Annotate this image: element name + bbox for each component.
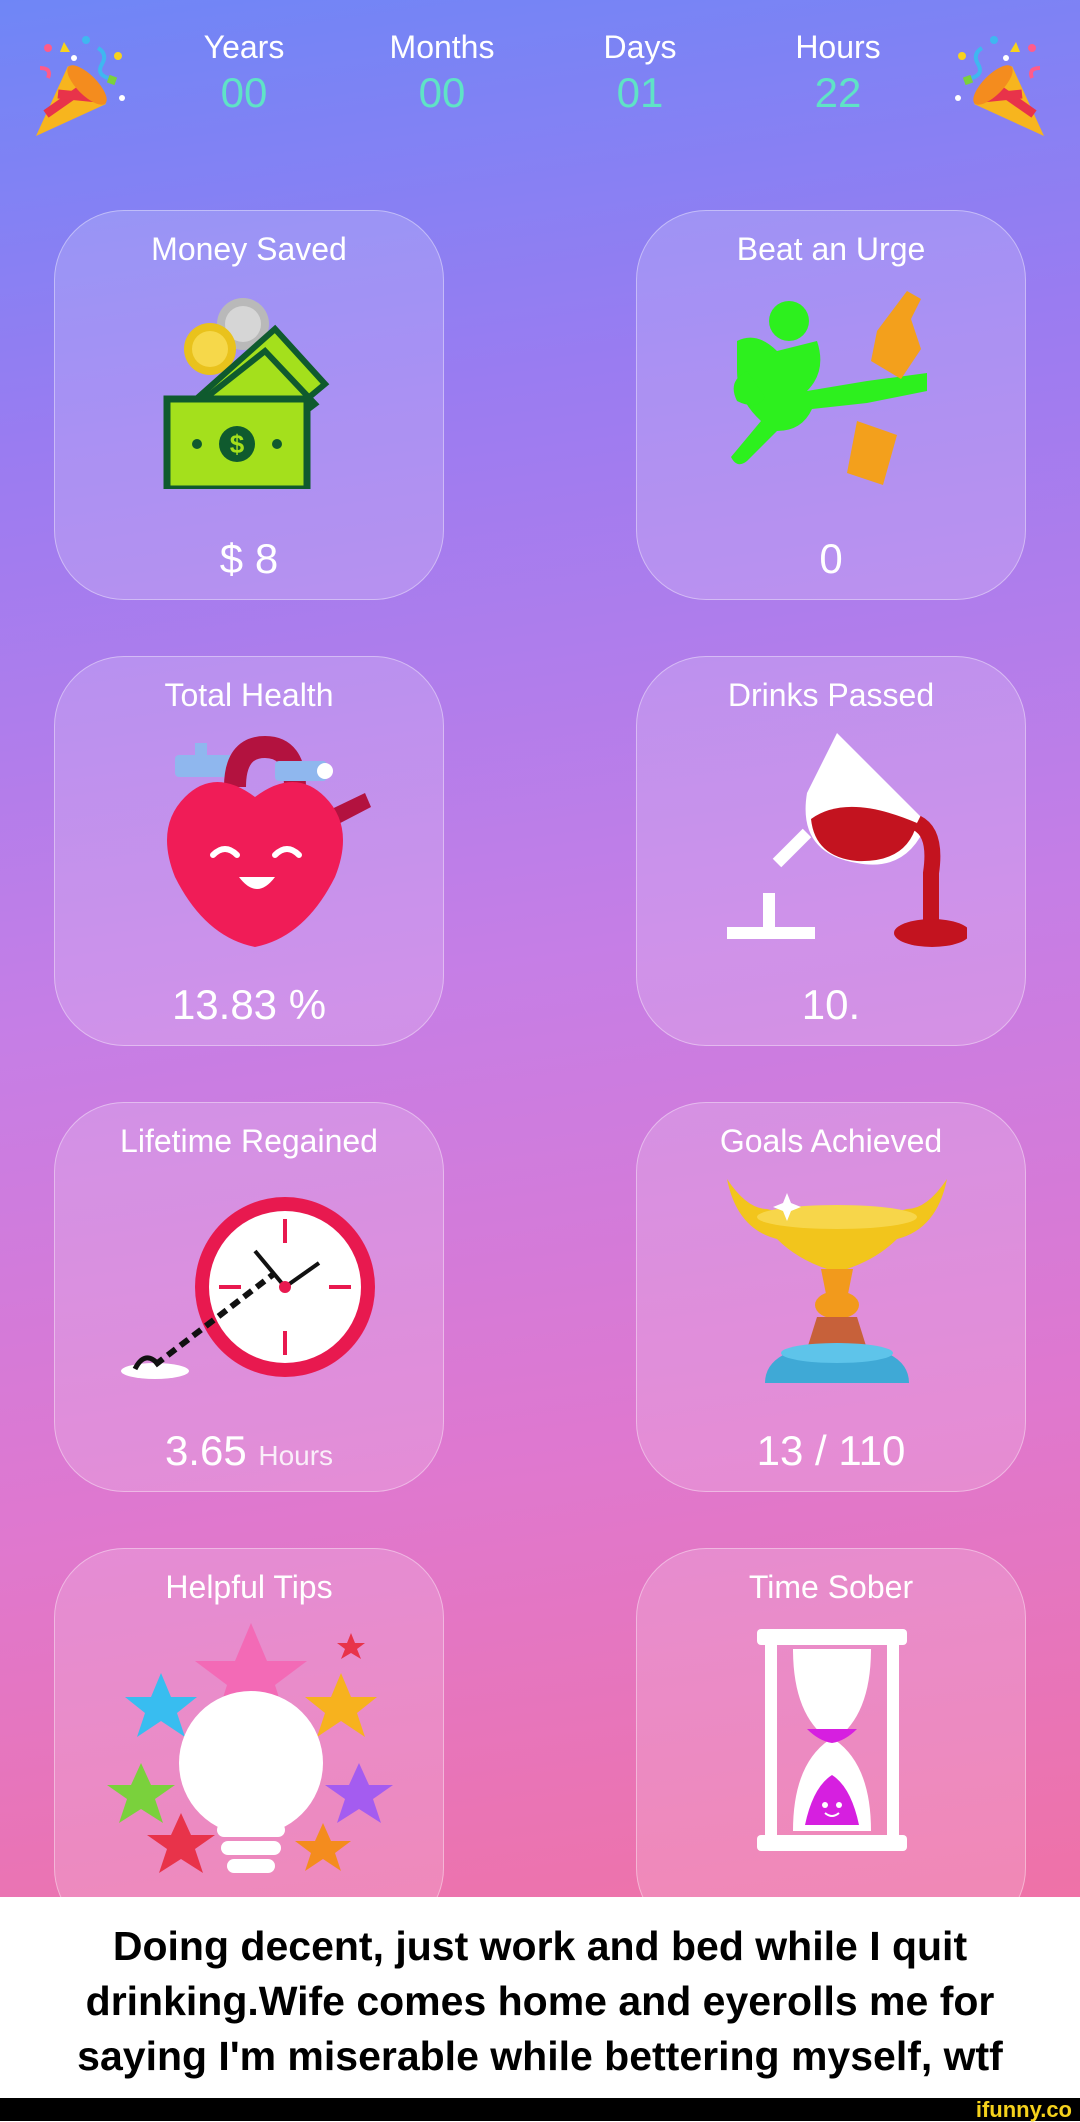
card-title: Time Sober xyxy=(748,1569,914,1605)
hours-label: Hours xyxy=(795,29,881,65)
chained-clock-icon xyxy=(121,1197,375,1379)
kick-bottle-icon xyxy=(731,291,927,485)
counter-hours: Hours 22 xyxy=(758,26,918,118)
caption-line: Doing decent, just work and bed while I … xyxy=(112,1923,968,1969)
money-icon: $ xyxy=(163,298,330,489)
card-value-number: 3.65 xyxy=(164,1427,247,1474)
caption-line: drinking.Wife comes home and eyerolls me… xyxy=(85,1978,995,2024)
watermark-text: ifunny.co xyxy=(975,2097,1072,2122)
svg-text:$: $ xyxy=(230,429,245,459)
total-health-card[interactable]: Total Health 13.83 % xyxy=(54,656,444,1046)
card-title: Beat an Urge xyxy=(736,231,926,267)
watermark-bar xyxy=(0,2098,1080,2121)
party-popper-icon xyxy=(955,36,1044,136)
trophy-icon xyxy=(727,1179,947,1383)
time-sober-card[interactable]: Time Sober xyxy=(636,1548,1026,1897)
meme-caption: Doing decent, just work and bed while I … xyxy=(0,1897,1080,2098)
counter-days: Days 01 xyxy=(560,26,720,118)
years-value: 00 xyxy=(220,69,268,116)
card-title: Total Health xyxy=(164,677,334,713)
lightbulb-stars-icon xyxy=(107,1623,393,1873)
card-title: Lifetime Regained xyxy=(120,1123,378,1159)
years-label: Years xyxy=(203,29,285,65)
money-saved-card[interactable]: Money Saved $ $ 8 xyxy=(54,210,444,600)
months-value: 00 xyxy=(418,69,466,116)
card-title: Goals Achieved xyxy=(719,1123,943,1159)
spilled-wine-icon xyxy=(727,733,967,947)
lifetime-regained-card[interactable]: Lifetime Regained 3.65 Hours xyxy=(54,1102,444,1492)
heart-icon xyxy=(167,735,371,947)
counter-years: Years 00 xyxy=(164,26,324,118)
days-label: Days xyxy=(603,29,677,65)
app-screen: Years 00 Months 00 Days 01 Hours 22 Mone… xyxy=(0,0,1080,1897)
party-popper-icon xyxy=(36,36,125,136)
counter-months: Months 00 xyxy=(362,26,522,118)
card-value: 0 xyxy=(819,535,843,582)
months-label: Months xyxy=(389,29,495,65)
helpful-tips-card[interactable]: Helpful Tips xyxy=(54,1548,444,1897)
beat-urge-card[interactable]: Beat an Urge 0 xyxy=(636,210,1026,600)
days-value: 01 xyxy=(616,69,664,116)
caption-line: saying I'm miserable while bettering mys… xyxy=(77,2033,1003,2079)
card-value: $ 8 xyxy=(219,535,279,582)
card-value: 13 / 110 xyxy=(756,1427,906,1474)
card-title: Drinks Passed xyxy=(727,677,935,713)
card-title: Helpful Tips xyxy=(165,1569,333,1605)
card-title: Money Saved xyxy=(151,231,347,267)
card-value: 3.65 Hours xyxy=(55,1427,443,1475)
hourglass-icon xyxy=(757,1629,907,1851)
goals-achieved-card[interactable]: Goals Achieved 13 / 110 xyxy=(636,1102,1026,1492)
card-value-unit: Hours xyxy=(258,1440,334,1471)
card-value: 10. xyxy=(801,981,861,1028)
card-value: 13.83 % xyxy=(171,981,327,1028)
drinks-passed-card[interactable]: Drinks Passed 10. xyxy=(636,656,1026,1046)
hours-value: 22 xyxy=(814,69,862,116)
